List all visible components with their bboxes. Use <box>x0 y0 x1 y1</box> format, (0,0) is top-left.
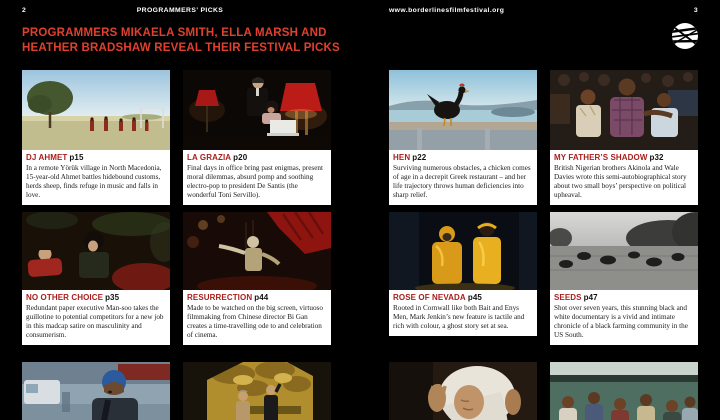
film-page-ref: p20 <box>233 153 248 162</box>
film-card-resurrection: RESURRECTION p44 Made to be watched on th… <box>183 212 331 345</box>
film-still-la-grazia <box>183 70 331 150</box>
film-page-ref: p45 <box>467 293 482 302</box>
film-still-resurrection <box>183 212 331 290</box>
film-still-rose-of-nevada <box>389 212 537 290</box>
film-title: NO OTHER CHOICE <box>26 293 104 302</box>
film-still-street-man <box>22 362 170 420</box>
film-caption: HEN p22 Surviving numerous obstacles, a c… <box>389 150 537 205</box>
film-card-bottom-1 <box>22 362 170 420</box>
film-title: MY FATHER’S SHADOW <box>554 153 648 162</box>
film-title: SEEDS <box>554 293 582 302</box>
page-title: PROGRAMMERS MIKAELA SMITH, ELLA MARSH AN… <box>22 26 340 55</box>
film-still-autumn-archway <box>183 362 331 420</box>
website-url: www.borderlinesfilmfestival.org <box>389 7 505 14</box>
film-caption: MY FATHER’S SHADOW p32 British Nigerian b… <box>550 150 698 205</box>
film-title: HEN <box>393 153 411 162</box>
brochure-spread: 2 PROGRAMMERS’ PICKS www.borderlinesfilm… <box>0 0 720 420</box>
film-description: Rooted in Cornwall like both Bait and En… <box>393 303 525 330</box>
borderlines-globe-logo-icon <box>672 23 698 49</box>
film-caption: SEEDS p47 Shot over seven years, this stu… <box>550 290 698 345</box>
film-description: In a remote Yörük village in North Maced… <box>26 163 162 199</box>
film-page-ref: p15 <box>69 153 84 162</box>
film-still-headscarf-woman <box>389 362 537 420</box>
film-title: LA GRAZIA <box>187 153 232 162</box>
film-page-ref: p22 <box>412 153 427 162</box>
film-card-dj-ahmet: DJ AHMET p15 In a remote Yörük village in… <box>22 70 170 205</box>
film-card-bottom-4 <box>550 362 698 420</box>
film-caption: DJ AHMET p15 In a remote Yörük village in… <box>22 150 170 205</box>
film-title: ROSE OF NEVADA <box>393 293 466 302</box>
film-caption: RESURRECTION p44 Made to be watched on th… <box>183 290 331 345</box>
page-title-line1: PROGRAMMERS MIKAELA SMITH, ELLA MARSH AN… <box>22 27 327 39</box>
film-still-my-fathers-shadow <box>550 70 698 150</box>
film-title: DJ AHMET <box>26 153 68 162</box>
film-description: Surviving numerous obstacles, a chicken … <box>393 163 531 199</box>
film-still-no-other-choice <box>22 212 170 290</box>
film-description: Shot over seven years, this stunning bla… <box>554 303 688 339</box>
page-number-right: 3 <box>693 7 698 14</box>
film-description: Redundant paper executive Man-soo takes … <box>26 303 164 339</box>
page-title-line2: HEATHER BRADSHAW REVEAL THEIR FESTIVAL P… <box>22 41 340 54</box>
film-description: Made to be watched on the big screen, vi… <box>187 303 323 339</box>
film-card-bottom-3 <box>389 362 537 420</box>
film-card-my-fathers-shadow: MY FATHER’S SHADOW p32 British Nigerian b… <box>550 70 698 205</box>
film-card-bottom-2 <box>183 362 331 420</box>
film-description: Final days in office bring past enigmas,… <box>187 163 324 199</box>
section-label: PROGRAMMERS’ PICKS <box>136 7 224 14</box>
film-title: RESURRECTION <box>187 293 253 302</box>
film-page-ref: p35 <box>105 293 120 302</box>
film-description: British Nigerian brothers Akinola and Wa… <box>554 163 687 199</box>
film-still-seeds <box>550 212 698 290</box>
film-caption: LA GRAZIA p20 Final days in office bring … <box>183 150 331 205</box>
film-caption: NO OTHER CHOICE p35 Redundant paper execu… <box>22 290 170 345</box>
film-still-hen <box>389 70 537 150</box>
film-caption: ROSE OF NEVADA p45 Rooted in Cornwall lik… <box>389 290 537 336</box>
film-still-group-room <box>550 362 698 420</box>
film-card-la-grazia: LA GRAZIA p20 Final days in office bring … <box>183 70 331 205</box>
film-card-no-other-choice: NO OTHER CHOICE p35 Redundant paper execu… <box>22 212 170 345</box>
film-page-ref: p44 <box>254 293 269 302</box>
film-page-ref: p32 <box>649 153 664 162</box>
film-card-rose-of-nevada: ROSE OF NEVADA p45 Rooted in Cornwall lik… <box>389 212 537 336</box>
film-page-ref: p47 <box>583 293 598 302</box>
film-card-hen: HEN p22 Surviving numerous obstacles, a c… <box>389 70 537 205</box>
film-card-seeds: SEEDS p47 Shot over seven years, this stu… <box>550 212 698 345</box>
film-still-dj-ahmet <box>22 70 170 150</box>
